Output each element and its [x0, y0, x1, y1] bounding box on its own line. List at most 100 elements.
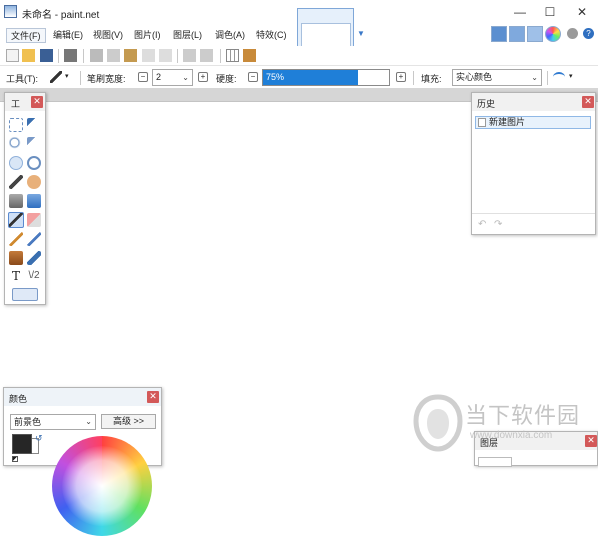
color-wheel-center	[62, 446, 142, 526]
tools-panel: 工 ✕ T \/2	[4, 92, 46, 305]
paintnet-app-icon	[4, 5, 17, 18]
tool-options-bar: 工具(T): ▾ 笔刷宽度: − 2 ⌄ + 硬度: − 75% + 填充: 实…	[0, 66, 598, 88]
advanced-colors-button[interactable]: 高级 >>	[101, 414, 156, 429]
swap-colors-icon[interactable]: ↺	[35, 433, 43, 444]
colors-panel-title: 颜色	[9, 394, 28, 404]
hardness-value: 75%	[266, 72, 285, 82]
main-toolbar	[0, 46, 598, 66]
cut-icon[interactable]	[90, 49, 103, 62]
open-icon[interactable]	[22, 49, 35, 62]
ruler-icon[interactable]	[243, 49, 256, 62]
tool-label: 工具(T):	[6, 74, 38, 84]
hardness-decrease-icon[interactable]: −	[248, 72, 258, 82]
history-panel-title: 历史	[477, 99, 496, 109]
minimize-button[interactable]: —	[504, 0, 536, 24]
tools-window-toggle-icon[interactable]	[491, 26, 507, 42]
hardness-slider[interactable]: 75%	[262, 69, 390, 86]
tools-panel-close-icon[interactable]: ✕	[31, 96, 43, 108]
color-picker-tool-icon[interactable]	[27, 232, 41, 246]
text-tool-icon[interactable]: T	[9, 269, 23, 283]
shapes-tool-icon[interactable]	[12, 288, 38, 301]
menu-adjustments[interactable]: 调色(A)	[211, 28, 249, 43]
line-curve-tool-icon[interactable]: \/2	[27, 269, 41, 283]
chevron-down-icon: ⌄	[182, 73, 189, 82]
recolor-tool-icon[interactable]	[27, 251, 41, 265]
ellipse-select-tool-icon[interactable]	[9, 156, 23, 170]
new-image-history-icon	[478, 118, 486, 127]
layers-window-toggle-icon[interactable]	[527, 26, 543, 42]
colors-panel-close-icon[interactable]: ✕	[147, 391, 159, 403]
print-icon[interactable]	[64, 49, 77, 62]
colors-panel-header: 颜色 ✕	[4, 388, 161, 406]
menu-edit[interactable]: 编辑(E)	[49, 28, 87, 43]
history-panel-close-icon[interactable]: ✕	[582, 96, 594, 108]
brush-width-decrease-icon[interactable]: −	[138, 72, 148, 82]
grid-icon[interactable]	[226, 49, 239, 62]
hardness-label: 硬度:	[216, 74, 237, 84]
copy-icon[interactable]	[107, 49, 120, 62]
window-title: 未命名 - paint.net	[22, 10, 100, 21]
antialiasing-icon[interactable]	[553, 72, 565, 82]
history-item-label: 新建图片	[489, 117, 526, 127]
colors-window-toggle-icon[interactable]	[545, 26, 561, 42]
fill-mode-select[interactable]: 实心颜色 ⌄	[452, 69, 542, 86]
watermark-url: www.downxia.com	[470, 430, 553, 441]
downxia-logo	[413, 393, 463, 453]
rectangle-select-tool-icon[interactable]	[9, 118, 23, 132]
paint-bucket-tool-icon[interactable]	[9, 194, 23, 208]
help-icon[interactable]: ?	[583, 28, 594, 39]
history-redo-icon[interactable]: ↷	[494, 219, 502, 230]
brush-width-select[interactable]: 2 ⌄	[152, 69, 193, 86]
color-mode-select[interactable]: 前景色 ⌄	[10, 414, 96, 430]
color-mode-value: 前景色	[14, 417, 42, 427]
tools-panel-title: 工	[11, 99, 21, 109]
colors-panel: 颜色 ✕ 前景色 ⌄ 高级 >> ↺	[3, 387, 162, 536]
pencil-tool-icon[interactable]	[9, 232, 23, 246]
brush-width-value: 2	[156, 72, 162, 82]
eraser-tool-icon[interactable]	[27, 213, 41, 227]
watermark-site-name: 当下软件园	[465, 403, 581, 428]
maximize-button[interactable]: ☐	[534, 0, 566, 24]
clone-stamp-tool-icon[interactable]	[9, 251, 23, 265]
chevron-down-icon: ⌄	[531, 73, 538, 82]
magic-wand-tool-icon[interactable]	[9, 175, 23, 189]
menu-file[interactable]: 文件(F)	[6, 28, 46, 43]
undo-icon[interactable]	[183, 49, 196, 62]
tab-dropdown-icon[interactable]: ▼	[357, 29, 365, 38]
gradient-tool-icon[interactable]	[27, 194, 41, 208]
chevron-down-icon: ⌄	[85, 417, 92, 426]
history-item[interactable]: 新建图片	[475, 116, 591, 129]
save-icon[interactable]	[40, 49, 53, 62]
menu-effects[interactable]: 特效(C)	[252, 28, 291, 43]
fill-label: 填充:	[421, 74, 442, 84]
settings-gear-icon[interactable]	[567, 28, 578, 39]
deselect-icon[interactable]	[159, 49, 172, 62]
brush-width-increase-icon[interactable]: +	[198, 72, 208, 82]
layers-panel-close-icon[interactable]: ✕	[585, 435, 597, 447]
history-undo-icon[interactable]: ↶	[478, 219, 486, 230]
primary-color-swatch[interactable]	[12, 434, 32, 454]
antialiasing-dropdown-icon[interactable]: ▾	[569, 72, 573, 80]
close-button[interactable]: ✕	[566, 0, 598, 24]
move-selection-outline-tool-icon[interactable]	[27, 137, 41, 151]
move-selection-tool-icon[interactable]	[27, 118, 41, 132]
menu-image[interactable]: 图片(I)	[130, 28, 165, 43]
paintbrush-tool-icon[interactable]	[50, 71, 62, 83]
lasso-select-tool-icon[interactable]	[9, 137, 23, 151]
hardness-increase-icon[interactable]: +	[396, 72, 406, 82]
new-image-icon[interactable]	[6, 49, 19, 62]
fill-mode-value: 实心颜色	[456, 72, 493, 82]
history-panel: 历史 ✕ 新建图片 ↶ ↷	[471, 92, 596, 235]
paintbrush-tool-selected-icon[interactable]	[8, 212, 24, 228]
tool-dropdown-icon[interactable]: ▾	[65, 72, 69, 80]
reset-colors-icon[interactable]	[12, 456, 18, 462]
redo-icon[interactable]	[200, 49, 213, 62]
history-window-toggle-icon[interactable]	[509, 26, 525, 42]
crop-to-selection-icon[interactable]	[142, 49, 155, 62]
menu-layers[interactable]: 图层(L)	[169, 28, 206, 43]
zoom-tool-icon[interactable]	[27, 156, 41, 170]
pan-tool-icon[interactable]	[27, 175, 41, 189]
paste-icon[interactable]	[124, 49, 137, 62]
brush-width-label: 笔刷宽度:	[87, 74, 126, 84]
menu-view[interactable]: 视图(V)	[89, 28, 127, 43]
